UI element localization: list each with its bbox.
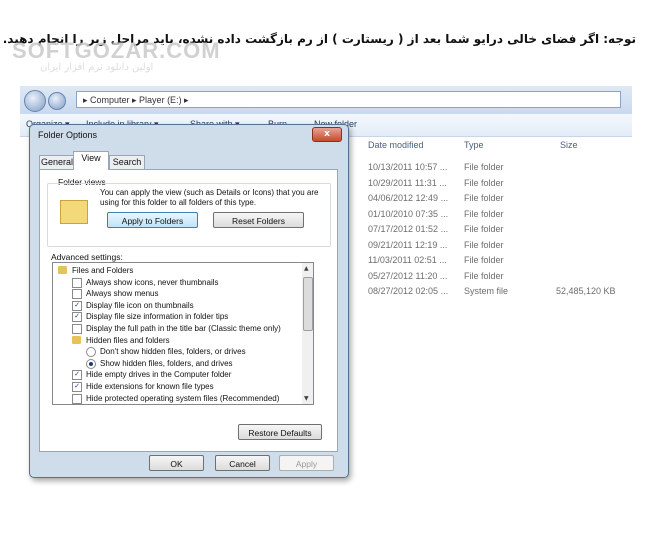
setting-item[interactable]: Always show menus [53, 288, 303, 300]
setting-item[interactable]: Always show icons, never thumbnails [53, 277, 303, 289]
radio-button[interactable] [86, 358, 96, 369]
folder-views-description: You can apply the view (such as Details … [100, 188, 319, 207]
column-date[interactable]: Date modified [368, 140, 424, 150]
setting-item[interactable]: ✓ Display file icon on thumbnails [53, 300, 303, 312]
back-button[interactable] [24, 90, 46, 112]
file-row[interactable]: 07/17/2012 01:52 ... File folder [368, 224, 638, 239]
setting-label: Hide extensions for known file types [86, 382, 214, 391]
address-field[interactable]: ▸ Computer ▸ Player (E:) ▸ [76, 91, 621, 108]
dialog-title: Folder Options [38, 130, 98, 140]
setting-label: Hidden files and folders [86, 335, 170, 345]
watermark-subtitle: اولین دانلود نرم افزار ایران [40, 62, 154, 73]
checkbox[interactable]: ✓ [72, 312, 82, 323]
checkbox[interactable] [72, 277, 82, 288]
restore-defaults-button[interactable]: Restore Defaults [238, 424, 322, 440]
forward-button[interactable] [48, 92, 66, 110]
checkbox[interactable]: ✓ [72, 370, 82, 381]
setting-item[interactable]: ✓ Hide extensions for known file types [53, 381, 303, 393]
setting-label: Display file icon on thumbnails [86, 300, 194, 310]
advanced-settings-list[interactable]: Files and Folders Always show icons, neve… [52, 262, 304, 405]
setting-label: Display the full path in the title bar (… [86, 324, 281, 333]
setting-label: Show hidden files, folders, and drives [100, 358, 233, 368]
view-panel: Folder views You can apply the view (suc… [39, 169, 338, 452]
radio-button[interactable] [86, 347, 96, 358]
setting-item[interactable]: Hide protected operating system files (R… [53, 393, 303, 404]
file-row[interactable]: 11/03/2011 02:51 ... File folder [368, 255, 638, 270]
settings-scrollbar[interactable]: ▲ ▼ [302, 262, 314, 405]
scroll-down-icon[interactable]: ▼ [304, 395, 309, 402]
apply-to-folders-button[interactable]: Apply to Folders [107, 212, 198, 228]
setting-item[interactable]: Hidden files and folders [53, 335, 303, 347]
file-row[interactable]: 10/29/2011 11:31 ... File folder [368, 178, 638, 193]
address-bar-area: ▸ Computer ▸ Player (E:) ▸ [20, 86, 632, 115]
setting-label: Don't show hidden files, folders, or dri… [100, 347, 246, 357]
column-type[interactable]: Type [464, 140, 484, 150]
setting-label: Files and Folders [72, 266, 134, 275]
scroll-thumb[interactable] [303, 277, 313, 331]
tab-view[interactable]: View [73, 151, 109, 170]
file-row[interactable]: 05/27/2012 11:20 ... File folder [368, 271, 638, 286]
reset-folders-button[interactable]: Reset Folders [213, 212, 304, 228]
folder-icon [72, 335, 81, 344]
setting-item[interactable]: ✓ Display file size information in folder… [53, 311, 303, 323]
column-size[interactable]: Size [560, 140, 578, 150]
setting-label: Hide empty drives in the Computer folder [86, 370, 232, 380]
watermark: SOFTGOZAR.COM [12, 38, 221, 63]
tab-general[interactable]: General [39, 155, 75, 169]
checkbox[interactable]: ✓ [72, 300, 82, 311]
cancel-button[interactable]: Cancel [215, 455, 270, 471]
file-row[interactable]: 01/10/2010 07:35 ... File folder [368, 209, 638, 224]
apply-button[interactable]: Apply [279, 455, 334, 471]
folder-icon [58, 266, 67, 274]
close-button[interactable]: x [312, 127, 342, 142]
setting-item[interactable]: ✓ Hide empty drives in the Computer folde… [53, 369, 303, 381]
file-row[interactable]: 10/13/2011 10:57 ... File folder [368, 162, 638, 177]
file-row[interactable]: 04/06/2012 12:49 ... File folder [368, 193, 638, 208]
setting-item[interactable]: Show hidden files, folders, and drives [53, 358, 303, 370]
tab-search[interactable]: Search [109, 155, 145, 169]
file-row[interactable]: 08/27/2012 02:05 ... System file 52,485,12… [368, 286, 638, 301]
checkbox[interactable] [72, 324, 82, 334]
file-row[interactable]: 09/21/2011 12:19 ... File folder [368, 240, 638, 255]
scroll-up-icon[interactable]: ▲ [304, 265, 309, 272]
setting-label: Hide protected operating system files (R… [86, 393, 280, 403]
setting-item[interactable]: Don't show hidden files, folders, or dri… [53, 346, 303, 358]
checkbox[interactable] [72, 393, 82, 404]
checkbox[interactable] [72, 289, 82, 300]
setting-label: Always show icons, never thumbnails [86, 277, 219, 287]
ok-button[interactable]: OK [149, 455, 204, 471]
setting-label: Always show menus [86, 289, 159, 299]
setting-label: Display file size information in folder … [86, 312, 229, 322]
setting-item[interactable]: Files and Folders [53, 265, 303, 277]
checkbox[interactable]: ✓ [72, 382, 82, 392]
folder-views-icon [60, 200, 88, 224]
setting-item[interactable]: Display the full path in the title bar (… [53, 323, 303, 335]
folder-options-dialog: Folder Options x General View Search Fol… [29, 124, 349, 478]
advanced-settings-label: Advanced settings: [51, 252, 123, 262]
